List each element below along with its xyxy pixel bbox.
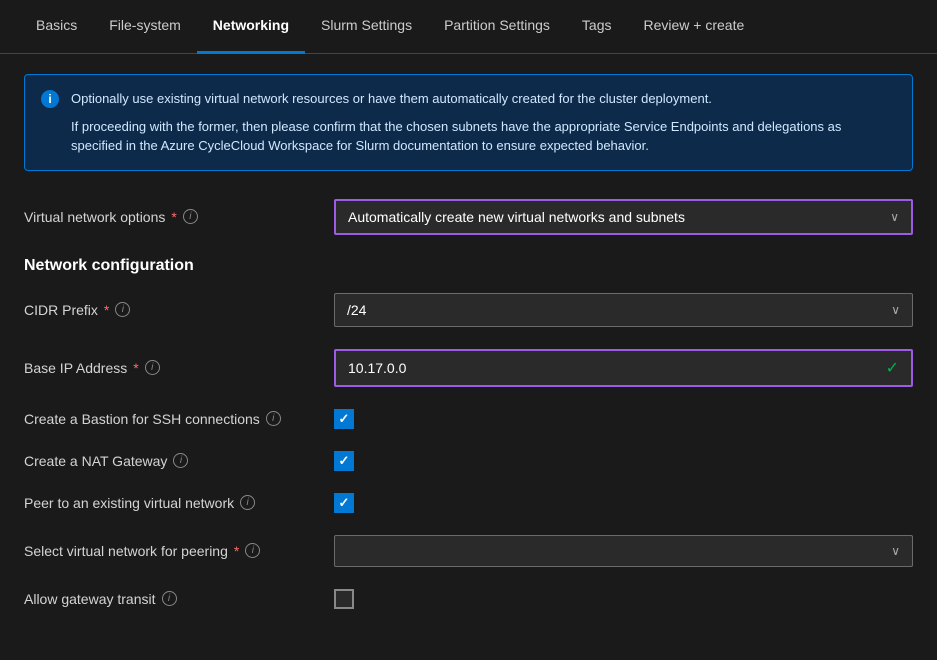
gateway-transit-checkbox[interactable]	[334, 589, 354, 609]
peer-info-icon[interactable]: i	[240, 495, 255, 510]
cidr-chevron-icon: ∨	[891, 303, 900, 317]
base-ip-value: 10.17.0.0	[348, 360, 406, 376]
tab-tags[interactable]: Tags	[566, 0, 628, 54]
info-banner: i Optionally use existing virtual networ…	[24, 74, 913, 171]
peer-checkbox[interactable]	[334, 493, 354, 513]
bastion-label: Create a Bastion for SSH connections i	[24, 411, 334, 427]
nat-checkbox[interactable]	[334, 451, 354, 471]
gateway-transit-info-icon[interactable]: i	[162, 591, 177, 606]
nat-control	[334, 451, 913, 471]
virtual-network-select-value: Automatically create new virtual network…	[348, 209, 685, 225]
cidr-select[interactable]: /24 ∨	[334, 293, 913, 327]
virtual-network-row: Virtual network options * i Automaticall…	[24, 199, 913, 235]
base-ip-check-icon: ✓	[886, 358, 899, 378]
virtual-network-label: Virtual network options * i	[24, 209, 334, 225]
peer-vnet-row: Peer to an existing virtual network i	[24, 493, 913, 513]
select-vnet-control: ∨	[334, 535, 913, 567]
info-banner-text: Optionally use existing virtual network …	[71, 89, 896, 156]
info-line-2: If proceeding with the former, then plea…	[71, 117, 896, 156]
virtual-network-info-icon[interactable]: i	[183, 209, 198, 224]
nat-gateway-row: Create a NAT Gateway i	[24, 451, 913, 471]
cidr-control: /24 ∨	[334, 293, 913, 327]
base-ip-row: Base IP Address * i 10.17.0.0 ✓	[24, 349, 913, 387]
tab-networking[interactable]: Networking	[197, 0, 305, 54]
info-icon: i	[41, 90, 59, 108]
gateway-transit-row: Allow gateway transit i	[24, 589, 913, 609]
virtual-network-required: *	[171, 209, 176, 225]
select-vnet-required: *	[234, 543, 239, 559]
cidr-prefix-label: CIDR Prefix * i	[24, 302, 334, 318]
base-ip-info-icon[interactable]: i	[145, 360, 160, 375]
tab-partition[interactable]: Partition Settings	[428, 0, 566, 54]
virtual-network-select[interactable]: Automatically create new virtual network…	[334, 199, 913, 235]
tab-basics[interactable]: Basics	[20, 0, 93, 54]
tab-review[interactable]: Review + create	[628, 0, 761, 54]
select-vnet-row: Select virtual network for peering * i ∨	[24, 535, 913, 567]
gateway-transit-control	[334, 589, 913, 609]
bastion-control	[334, 409, 913, 429]
cidr-info-icon[interactable]: i	[115, 302, 130, 317]
top-nav: Basics File-system Networking Slurm Sett…	[0, 0, 937, 54]
tab-filesystem[interactable]: File-system	[93, 0, 197, 54]
select-vnet-chevron-icon: ∨	[891, 544, 900, 558]
select-vnet-label: Select virtual network for peering * i	[24, 543, 334, 559]
peer-control	[334, 493, 913, 513]
cidr-required: *	[104, 302, 109, 318]
cidr-select-value: /24	[347, 302, 366, 318]
info-line-1: Optionally use existing virtual network …	[71, 89, 896, 109]
gateway-transit-label: Allow gateway transit i	[24, 591, 334, 607]
peer-vnet-label: Peer to an existing virtual network i	[24, 495, 334, 511]
base-ip-input[interactable]: 10.17.0.0 ✓	[334, 349, 913, 387]
bastion-row: Create a Bastion for SSH connections i	[24, 409, 913, 429]
bastion-info-icon[interactable]: i	[266, 411, 281, 426]
nat-gateway-label: Create a NAT Gateway i	[24, 453, 334, 469]
cidr-prefix-row: CIDR Prefix * i /24 ∨	[24, 293, 913, 327]
info-banner-icon-wrap: i	[41, 90, 59, 108]
virtual-network-control: Automatically create new virtual network…	[334, 199, 913, 235]
nat-info-icon[interactable]: i	[173, 453, 188, 468]
base-ip-required: *	[133, 360, 138, 376]
main-content: i Optionally use existing virtual networ…	[0, 54, 937, 651]
virtual-network-chevron-icon: ∨	[890, 210, 899, 224]
base-ip-label: Base IP Address * i	[24, 360, 334, 376]
select-vnet-select[interactable]: ∨	[334, 535, 913, 567]
base-ip-control: 10.17.0.0 ✓	[334, 349, 913, 387]
network-config-heading: Network configuration	[24, 257, 913, 275]
select-vnet-info-icon[interactable]: i	[245, 543, 260, 558]
bastion-checkbox[interactable]	[334, 409, 354, 429]
tab-slurm[interactable]: Slurm Settings	[305, 0, 428, 54]
